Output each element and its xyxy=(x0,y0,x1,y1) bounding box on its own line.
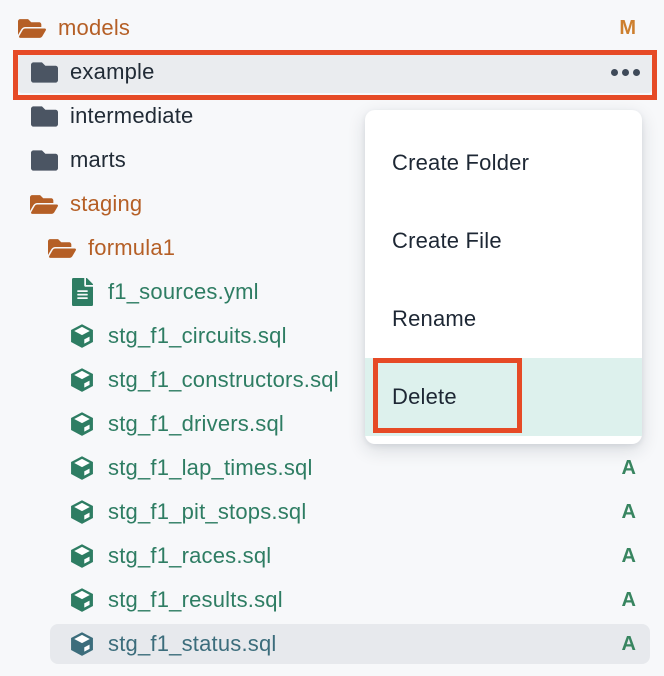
git-status-badge: A xyxy=(622,545,636,568)
folder-closed-icon xyxy=(30,59,58,86)
tree-item-label: stg_f1_drivers.sql xyxy=(108,411,284,437)
menu-item-delete[interactable]: Delete xyxy=(365,358,642,436)
git-status-badge: A xyxy=(622,589,636,612)
git-status-badge: A xyxy=(622,457,636,480)
tree-item-label: example xyxy=(70,59,155,85)
model-cube-icon xyxy=(68,542,96,570)
tree-item-models[interactable]: models M xyxy=(0,6,664,50)
folder-closed-icon xyxy=(30,103,58,130)
model-cube-icon xyxy=(68,498,96,526)
tree-item-label: formula1 xyxy=(88,235,175,261)
menu-item-create-folder[interactable]: Create Folder xyxy=(365,124,642,202)
tree-item-stg-f1-pit-stops-sql[interactable]: stg_f1_pit_stops.sql A xyxy=(0,490,664,534)
yaml-file-icon xyxy=(68,278,96,306)
tree-item-stg-f1-status-sql[interactable]: stg_f1_status.sql A xyxy=(0,622,664,666)
tree-item-stg-f1-results-sql[interactable]: stg_f1_results.sql A xyxy=(0,578,664,622)
git-status-badge: M xyxy=(619,17,636,40)
tree-item-label: marts xyxy=(70,147,126,173)
tree-item-label: stg_f1_races.sql xyxy=(108,543,271,569)
model-cube-icon xyxy=(68,454,96,482)
tree-item-stg-f1-lap-times-sql[interactable]: stg_f1_lap_times.sql A xyxy=(0,446,664,490)
menu-item-create-file[interactable]: Create File xyxy=(365,202,642,280)
model-cube-icon xyxy=(68,586,96,614)
model-cube-icon xyxy=(68,366,96,394)
ellipsis-menu-button[interactable] xyxy=(611,69,640,76)
tree-item-label: stg_f1_results.sql xyxy=(108,587,283,613)
tree-item-example[interactable]: example xyxy=(0,50,664,94)
model-cube-icon xyxy=(68,322,96,350)
folder-open-icon xyxy=(48,236,76,261)
model-cube-icon xyxy=(68,630,96,658)
tree-item-label: stg_f1_status.sql xyxy=(108,631,277,657)
tree-item-label: stg_f1_lap_times.sql xyxy=(108,455,313,481)
menu-item-rename[interactable]: Rename xyxy=(365,280,642,358)
tree-item-label: stg_f1_pit_stops.sql xyxy=(108,499,306,525)
tree-item-label: intermediate xyxy=(70,103,193,129)
tree-item-label: models xyxy=(58,15,130,41)
git-status-badge: A xyxy=(622,633,636,656)
folder-open-icon xyxy=(30,192,58,217)
git-status-badge: A xyxy=(622,501,636,524)
tree-item-label: f1_sources.yml xyxy=(108,279,259,305)
tree-item-label: stg_f1_constructors.sql xyxy=(108,367,339,393)
tree-item-label: staging xyxy=(70,191,142,217)
folder-closed-icon xyxy=(30,147,58,174)
folder-open-icon xyxy=(18,16,46,41)
tree-item-stg-f1-races-sql[interactable]: stg_f1_races.sql A xyxy=(0,534,664,578)
tree-item-label: stg_f1_circuits.sql xyxy=(108,323,287,349)
model-cube-icon xyxy=(68,410,96,438)
file-explorer-panel: models Mexample intermediate marts staging fo… xyxy=(0,0,664,676)
context-menu: Create FolderCreate FileRenameDelete xyxy=(365,110,642,444)
